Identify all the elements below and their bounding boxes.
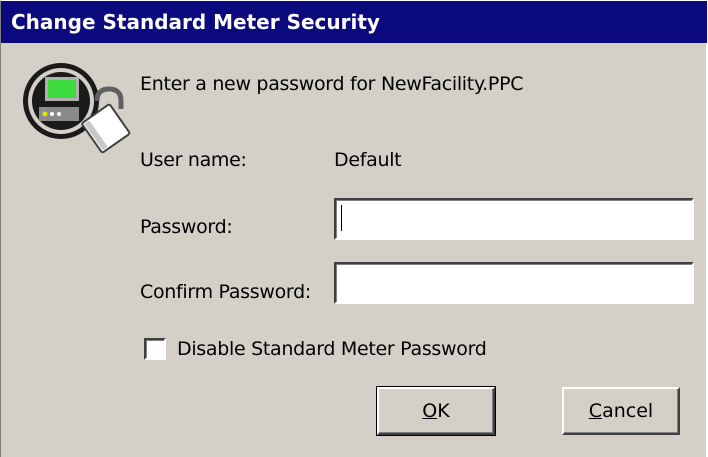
prompt-text: Enter a new password for NewFacility.PPC <box>140 73 524 95</box>
text-caret <box>341 205 342 231</box>
password-label: Password: <box>140 216 233 238</box>
meter-lock-icon <box>23 63 131 154</box>
cancel-mnemonic: C <box>588 400 603 422</box>
change-security-dialog: Change Standard Meter Security Enter a n… <box>0 0 707 457</box>
cancel-label-rest: ancel <box>602 400 654 422</box>
ok-label-rest: K <box>437 400 450 422</box>
password-field[interactable] <box>334 198 694 240</box>
ok-mnemonic: O <box>422 400 438 422</box>
disable-password-checkbox[interactable] <box>144 338 166 360</box>
disable-password-label[interactable]: Disable Standard Meter Password <box>177 338 487 360</box>
cancel-button[interactable]: Cancel <box>562 387 680 435</box>
ok-button[interactable]: OK <box>376 386 496 436</box>
confirm-password-label: Confirm Password: <box>140 281 311 303</box>
user-name-value: Default <box>334 149 402 171</box>
user-name-label: User name: <box>140 149 247 171</box>
confirm-password-field[interactable] <box>334 262 694 304</box>
window-title: Change Standard Meter Security <box>1 1 707 43</box>
